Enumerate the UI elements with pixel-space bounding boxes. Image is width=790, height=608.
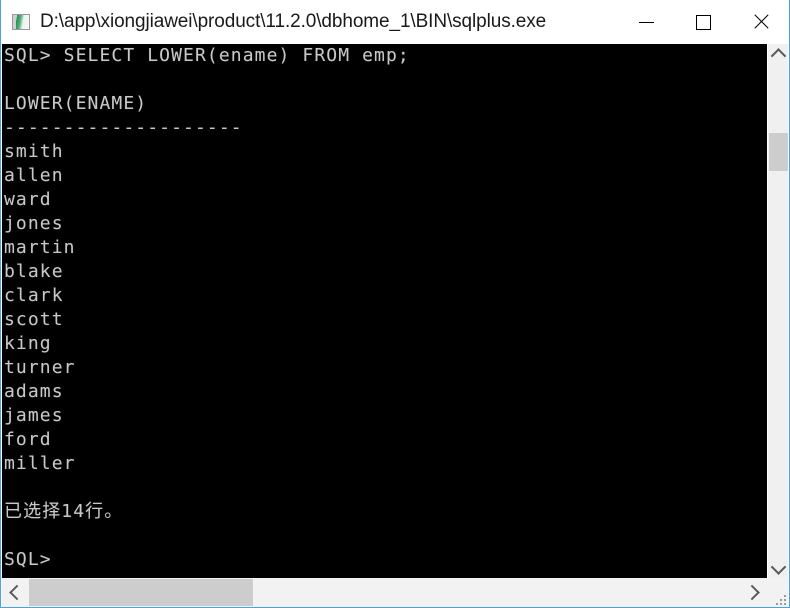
vertical-scrollbar-thumb[interactable] [769, 133, 788, 171]
window-controls [618, 0, 789, 44]
chevron-right-icon [743, 584, 760, 601]
close-button[interactable] [732, 0, 789, 44]
terminal-output-pane[interactable]: SQL> SELECT LOWER(ename) FROM emp; LOWER… [2, 44, 767, 578]
horizontal-scrollbar-thumb[interactable] [29, 579, 253, 606]
horizontal-scrollbar[interactable] [2, 578, 788, 607]
close-icon [752, 13, 770, 31]
chevron-down-icon [770, 558, 787, 575]
console-app-icon [12, 13, 30, 30]
window-title: D:\app\xiongjiawei\product\11.2.0\dbhome… [40, 10, 547, 32]
scroll-down-button[interactable] [768, 558, 789, 578]
minimize-button[interactable] [618, 0, 675, 44]
console-area: SQL> SELECT LOWER(ename) FROM emp; LOWER… [2, 44, 789, 607]
terminal-text: SQL> SELECT LOWER(ename) FROM emp; LOWER… [4, 45, 410, 570]
scroll-up-button[interactable] [768, 44, 789, 64]
scroll-right-button[interactable] [740, 578, 766, 607]
resize-grip-icon[interactable] [772, 591, 786, 605]
window-title-bar[interactable]: D:\app\xiongjiawei\product\11.2.0\dbhome… [1, 0, 789, 44]
maximize-icon [696, 14, 711, 30]
scroll-left-button[interactable] [2, 578, 28, 607]
sqlplus-console-window: D:\app\xiongjiawei\product\11.2.0\dbhome… [0, 0, 790, 608]
minimize-icon [639, 21, 654, 23]
maximize-button[interactable] [675, 0, 732, 44]
chevron-up-icon [770, 47, 787, 64]
vertical-scrollbar[interactable] [767, 44, 788, 578]
chevron-left-icon [8, 584, 25, 601]
